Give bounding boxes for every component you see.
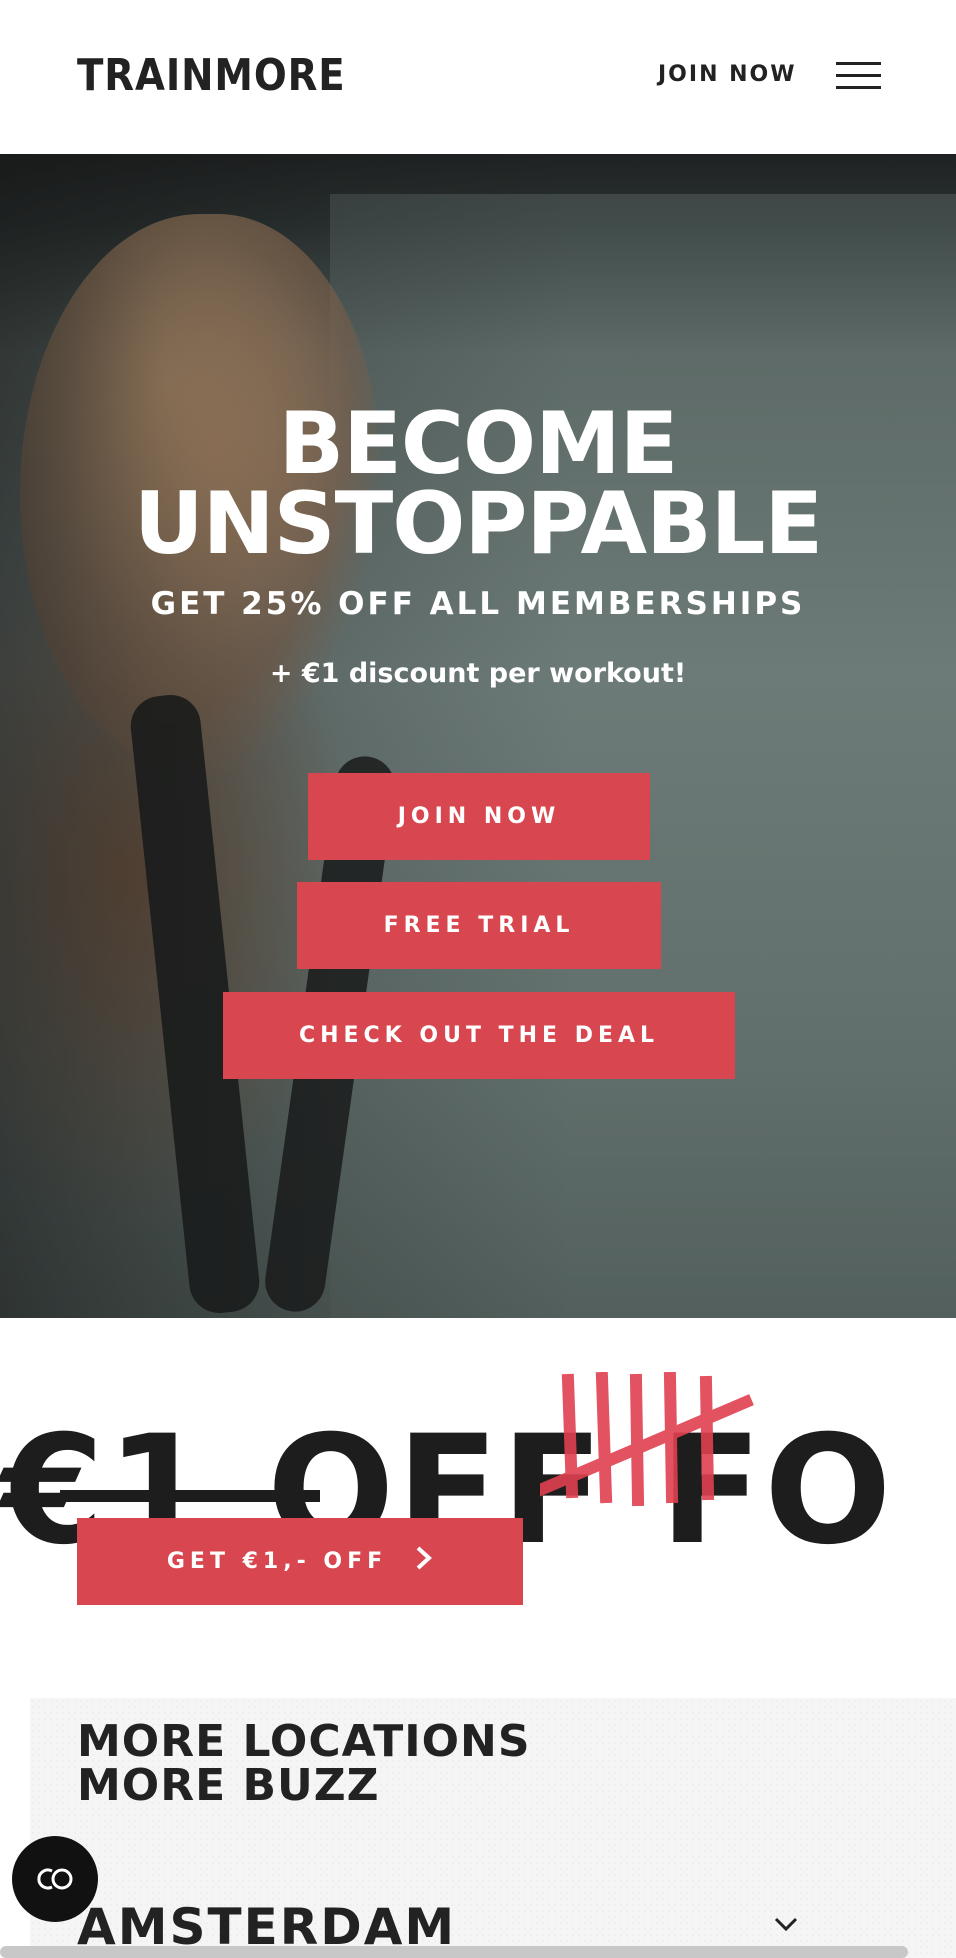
get-discount-button[interactable]: GET €1,- OFF <box>77 1518 523 1605</box>
locations-title-line-2: MORE BUZZ <box>77 1760 380 1811</box>
hero-subtitle: GET 25% OFF ALL MEMBERSHIPS <box>150 586 806 622</box>
brand-logo[interactable]: TRAINMORE <box>77 50 346 101</box>
hero-title-line-1: BECOME <box>278 394 679 494</box>
promo-section: €1 OFF FO <box>0 1318 956 1698</box>
hero-section: BECOME UNSTOPPABLE GET 25% OFF ALL MEMBE… <box>0 154 956 1318</box>
tally-marks-graphic <box>540 1372 754 1507</box>
check-out-deal-button[interactable]: CHECK OUT THE DEAL <box>223 992 735 1079</box>
locations-section: MORE LOCATIONS MORE BUZZ AMSTERDAM <box>30 1698 956 1958</box>
get-discount-label: GET €1,- OFF <box>166 1549 388 1574</box>
header-join-link[interactable]: JOIN NOW <box>658 62 797 87</box>
locations-title-line-1: MORE LOCATIONS <box>77 1716 531 1767</box>
promo-strikethrough <box>60 1490 320 1502</box>
chevron-right-icon <box>415 1545 433 1578</box>
hero-discount-note: + €1 discount per workout! <box>269 658 687 689</box>
horizontal-scrollbar[interactable] <box>0 1946 908 1958</box>
site-header: TRAINMORE JOIN NOW <box>0 0 956 154</box>
hamburger-menu-icon[interactable] <box>836 62 881 90</box>
hero-title: BECOME UNSTOPPABLE <box>0 394 956 574</box>
chevron-down-icon[interactable] <box>770 1908 802 1940</box>
free-trial-button[interactable]: FREE TRIAL <box>297 882 661 969</box>
cookie-consent-icon[interactable] <box>12 1836 98 1922</box>
locations-title: MORE LOCATIONS MORE BUZZ <box>77 1720 531 1808</box>
join-now-button[interactable]: JOIN NOW <box>308 773 650 860</box>
hero-overlay <box>0 154 956 1318</box>
hero-title-line-2: UNSTOPPABLE <box>133 474 823 574</box>
